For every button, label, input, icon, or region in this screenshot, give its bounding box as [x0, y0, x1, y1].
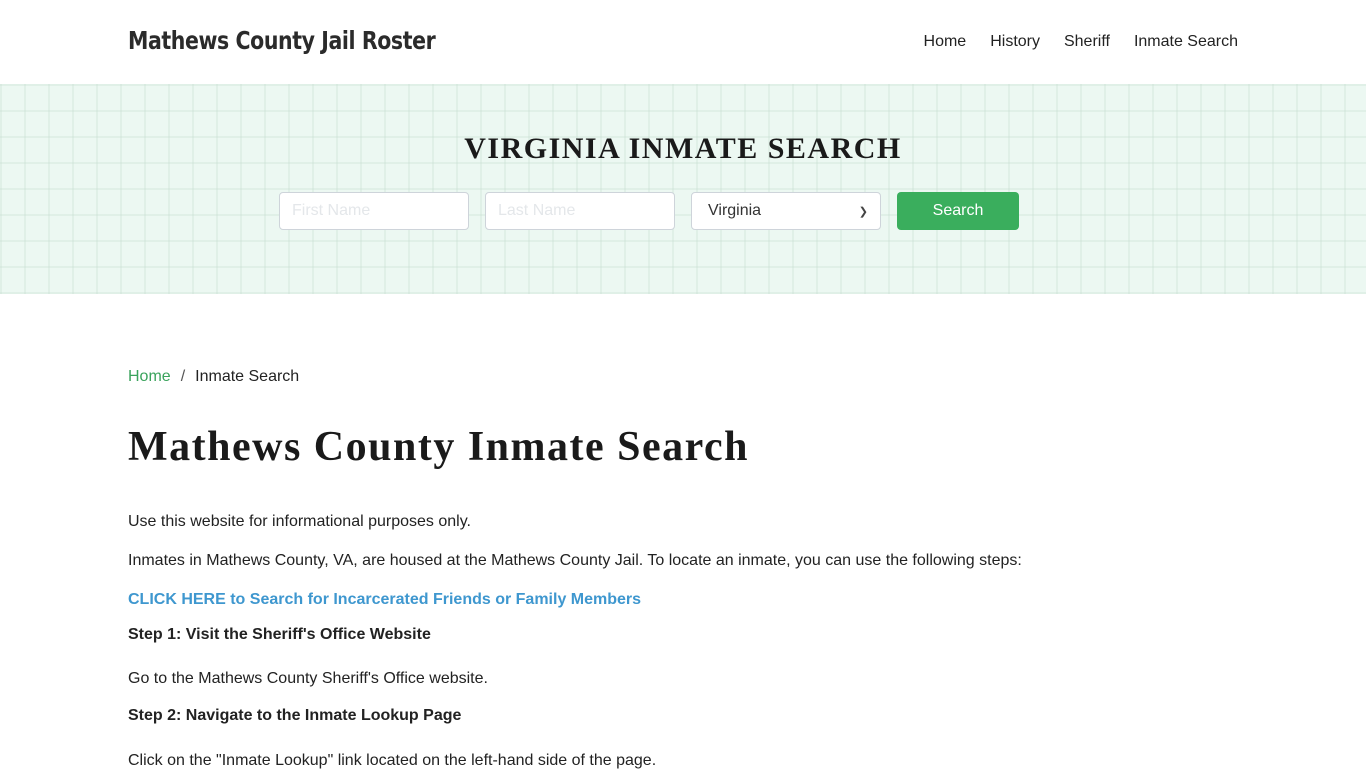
step-1-body: Go to the Mathews County Sheriff's Offic…	[128, 670, 488, 688]
chevron-down-icon: ❯	[858, 205, 868, 218]
nav-home[interactable]: Home	[924, 33, 967, 51]
first-name-input[interactable]	[279, 192, 469, 230]
disclaimer-text: Use this website for informational purpo…	[128, 513, 471, 530]
search-hero: VIRGINIA INMATE SEARCH Virginia ❯ Search	[0, 84, 1366, 294]
nav-inmate-search[interactable]: Inmate Search	[1134, 33, 1238, 51]
breadcrumb: Home / Inmate Search	[128, 368, 1238, 386]
search-button[interactable]: Search	[897, 192, 1019, 230]
breadcrumb-home[interactable]: Home	[128, 368, 171, 386]
breadcrumb-separator: /	[180, 368, 186, 385]
main-content: Home / Inmate Search Mathews County Inma…	[128, 368, 1238, 772]
hero-title: VIRGINIA INMATE SEARCH	[464, 132, 902, 165]
search-cta-link[interactable]: CLICK HERE to Search for Incarcerated Fr…	[128, 591, 1238, 609]
site-logo[interactable]: Mathews County Jail Roster	[128, 26, 436, 55]
main-nav: Home History Sheriff Inmate Search	[924, 33, 1238, 51]
step-1-title: Step 1: Visit the Sheriff's Office Websi…	[128, 625, 431, 643]
site-header: Mathews County Jail Roster Home History …	[0, 0, 1366, 84]
breadcrumb-current: Inmate Search	[195, 368, 300, 385]
step-2-body: Click on the "Inmate Lookup" link locate…	[128, 751, 657, 769]
search-form: Virginia ❯ Search	[279, 192, 1019, 230]
state-select[interactable]: Virginia ❯	[691, 192, 881, 230]
last-name-input[interactable]	[485, 192, 675, 230]
nav-history[interactable]: History	[990, 33, 1040, 51]
step-2-title: Step 2: Navigate to the Inmate Lookup Pa…	[128, 707, 462, 725]
page-title: Mathews County Inmate Search	[128, 424, 750, 470]
intro-text: Inmates in Mathews County, VA, are house…	[128, 551, 1022, 569]
nav-sheriff[interactable]: Sheriff	[1064, 33, 1110, 51]
state-select-value: Virginia	[708, 202, 762, 219]
